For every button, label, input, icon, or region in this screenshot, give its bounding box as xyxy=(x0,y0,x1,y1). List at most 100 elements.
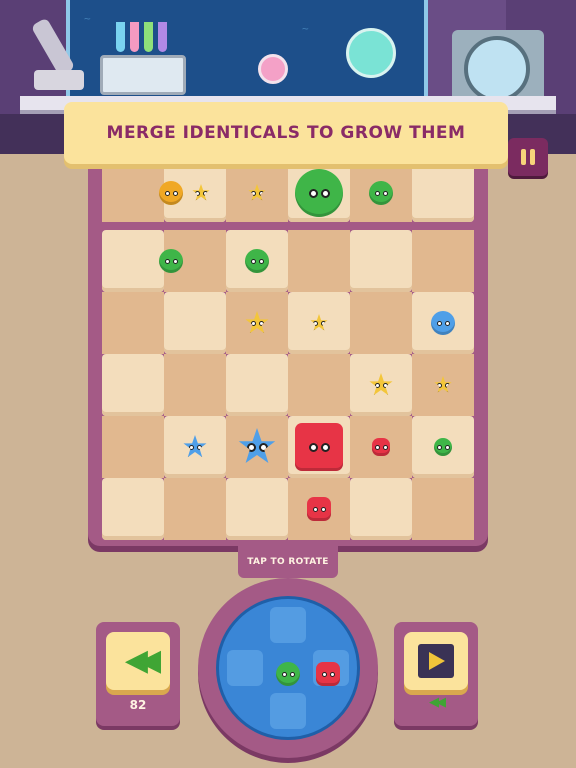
blob-eye xyxy=(374,190,380,196)
blob-eye xyxy=(382,444,388,450)
blob-eyes xyxy=(374,190,388,196)
blob-eyes xyxy=(164,190,178,196)
test-tube-icon xyxy=(130,22,139,52)
hint-text: MERGE IDENTICALS TO GROW THEM xyxy=(106,123,466,143)
blob-eyes xyxy=(281,671,295,677)
board-cell[interactable] xyxy=(102,478,164,540)
blob-eye xyxy=(320,506,326,512)
board-cell[interactable] xyxy=(350,478,412,540)
blob-eyes xyxy=(308,442,330,452)
blob-eye xyxy=(281,671,287,677)
blob-eye xyxy=(308,442,318,452)
blob-eyes xyxy=(250,258,264,264)
blue-round-blob xyxy=(431,311,455,335)
orange-round-blob xyxy=(159,181,183,205)
pause-icon xyxy=(530,149,535,165)
pause-button[interactable] xyxy=(508,138,548,176)
board-cell[interactable] xyxy=(412,164,474,222)
rotate-hint-tab[interactable]: TAP TO ROTATE xyxy=(238,546,338,578)
blob-eyes xyxy=(436,444,450,450)
test-tube-icon xyxy=(144,22,153,52)
blob-eyes xyxy=(312,506,326,512)
rotator-slot xyxy=(227,650,263,686)
board-cell[interactable] xyxy=(164,354,226,416)
blob-eyes xyxy=(436,320,450,326)
blob-eye xyxy=(436,320,442,326)
blob-eyes xyxy=(188,444,202,450)
rotator-slot xyxy=(270,693,306,729)
lab-monitor xyxy=(100,55,186,95)
blob-eye xyxy=(308,188,318,198)
blob-eyes xyxy=(250,320,264,326)
board-cell[interactable] xyxy=(412,230,474,292)
blob-eye xyxy=(444,320,450,326)
teal-flask-icon xyxy=(346,28,396,78)
board-cell[interactable] xyxy=(226,478,288,540)
blob-eyes xyxy=(321,671,335,677)
board-cell[interactable] xyxy=(350,230,412,292)
blob-eye xyxy=(164,190,170,196)
pause-icon xyxy=(521,149,526,165)
blob-eye xyxy=(320,442,330,452)
blob-eye xyxy=(321,671,327,677)
blob-eye xyxy=(374,444,380,450)
rotate-label: TAP TO ROTATE xyxy=(247,557,329,567)
blob-eye xyxy=(329,671,335,677)
blob-eye xyxy=(436,444,442,450)
test-tube-icon xyxy=(158,22,167,52)
board-cell[interactable] xyxy=(288,354,350,416)
board-cell[interactable] xyxy=(102,354,164,416)
blob-eye xyxy=(172,190,178,196)
red-square-blob xyxy=(307,497,331,521)
board-cell[interactable] xyxy=(102,230,164,292)
microscope-base xyxy=(34,70,84,90)
green-round-blob xyxy=(434,438,452,456)
film-play-icon xyxy=(418,644,454,678)
green-round-blob xyxy=(276,662,300,686)
board-cell[interactable] xyxy=(226,354,288,416)
red-square-blob xyxy=(372,438,390,456)
board-cell[interactable] xyxy=(288,230,350,292)
board-cell[interactable] xyxy=(102,292,164,354)
blob-eye xyxy=(164,258,170,264)
blob-eyes xyxy=(374,444,388,450)
blob-eye xyxy=(320,188,330,198)
window-scribble: ~ xyxy=(302,22,309,35)
blob-eyes xyxy=(246,442,268,452)
board-grid[interactable] xyxy=(102,164,474,540)
green-round-blob xyxy=(159,249,183,273)
watch-video-button[interactable] xyxy=(404,632,468,690)
board-cell[interactable] xyxy=(164,292,226,354)
pink-flask-icon xyxy=(258,54,288,84)
blob-eye xyxy=(250,258,256,264)
green-round-blob xyxy=(295,169,343,217)
blob-eye xyxy=(444,444,450,450)
board-cell[interactable] xyxy=(412,478,474,540)
blob-eye xyxy=(172,258,178,264)
red-square-blob xyxy=(295,423,343,471)
undo-count: 82 xyxy=(129,698,147,712)
rewind-small-icon: ◀◀ xyxy=(429,695,446,710)
red-square-blob xyxy=(316,662,340,686)
blob-eyes xyxy=(308,188,330,198)
blob-eye xyxy=(289,671,295,677)
blob-eyes xyxy=(164,258,178,264)
board-cell[interactable] xyxy=(102,164,164,222)
next-piece-rotator[interactable] xyxy=(216,596,360,740)
board-cell[interactable] xyxy=(102,416,164,478)
undo-button[interactable]: ◀◀ xyxy=(106,632,170,690)
board-cell[interactable] xyxy=(350,292,412,354)
hamster-wheel-icon xyxy=(464,36,530,102)
rotator-slot xyxy=(270,607,306,643)
window-scribble: ~ xyxy=(84,12,91,25)
blob-eye xyxy=(258,258,264,264)
blob-eye xyxy=(382,190,388,196)
blob-eyes xyxy=(374,382,388,388)
green-round-blob xyxy=(369,181,393,205)
green-round-blob xyxy=(245,249,269,273)
board-cell[interactable] xyxy=(164,478,226,540)
rewind-icon: ◀◀ xyxy=(124,643,161,678)
test-tube-icon xyxy=(116,22,125,52)
hint-banner: MERGE IDENTICALS TO GROW THEM xyxy=(64,102,508,164)
blob-eye xyxy=(312,506,318,512)
